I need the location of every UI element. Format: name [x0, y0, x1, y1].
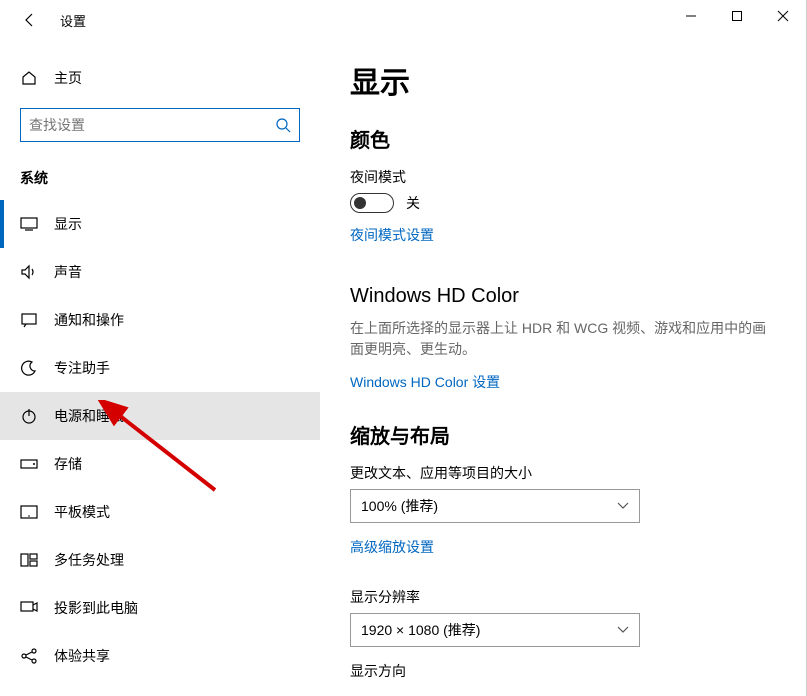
- resolution-dropdown[interactable]: 1920 × 1080 (推荐): [350, 613, 640, 647]
- sidebar-item-label: 通知和操作: [54, 310, 124, 330]
- orientation-label: 显示方向: [350, 661, 776, 681]
- window-title: 设置: [60, 11, 86, 30]
- moon-icon: [20, 360, 38, 376]
- home-icon: [20, 69, 38, 87]
- titlebar: 设置: [0, 0, 806, 40]
- content-pane: 显示 颜色 夜间模式 关 夜间模式设置 Windows HD Color 在上面…: [320, 40, 806, 696]
- sidebar: 主页 系统 显示: [0, 40, 320, 696]
- sidebar-item-label: 平板模式: [54, 502, 110, 522]
- sidebar-item-label: 多任务处理: [54, 550, 124, 570]
- power-icon: [20, 408, 38, 424]
- sidebar-item-project[interactable]: 投影到此电脑: [0, 584, 320, 632]
- notifications-icon: [20, 312, 38, 328]
- back-button[interactable]: [20, 12, 40, 28]
- night-mode-settings-link[interactable]: 夜间模式设置: [350, 225, 434, 245]
- section-label: 系统: [0, 160, 320, 200]
- search-input[interactable]: [29, 117, 275, 133]
- sidebar-item-label: 专注助手: [54, 358, 110, 378]
- page-title: 显示: [350, 58, 776, 102]
- tablet-icon: [20, 505, 38, 519]
- home-label: 主页: [54, 68, 82, 88]
- sidebar-item-multitask[interactable]: 多任务处理: [0, 536, 320, 584]
- share-icon: [20, 648, 38, 664]
- sidebar-item-label: 投影到此电脑: [54, 598, 138, 618]
- scale-heading: 缩放与布局: [350, 420, 776, 449]
- sidebar-item-sound[interactable]: 声音: [0, 248, 320, 296]
- close-button[interactable]: [760, 0, 806, 32]
- minimize-button[interactable]: [668, 0, 714, 32]
- sidebar-item-share[interactable]: 体验共享: [0, 632, 320, 680]
- sidebar-item-label: 显示: [54, 214, 82, 234]
- toggle-knob: [354, 197, 366, 209]
- night-mode-label: 夜间模式: [350, 167, 776, 187]
- home-button[interactable]: 主页: [0, 60, 320, 96]
- sidebar-item-notifications[interactable]: 通知和操作: [0, 296, 320, 344]
- hd-color-settings-link[interactable]: Windows HD Color 设置: [350, 372, 500, 392]
- resolution-value: 1920 × 1080 (推荐): [361, 620, 480, 640]
- sidebar-item-focus[interactable]: 专注助手: [0, 344, 320, 392]
- maximize-button[interactable]: [714, 0, 760, 32]
- sidebar-item-power[interactable]: 电源和睡眠: [0, 392, 320, 440]
- sidebar-item-display[interactable]: 显示: [0, 200, 320, 248]
- storage-icon: [20, 458, 38, 470]
- sidebar-item-tablet[interactable]: 平板模式: [0, 488, 320, 536]
- multitask-icon: [20, 553, 38, 567]
- color-heading: 颜色: [350, 124, 776, 153]
- sound-icon: [20, 264, 38, 280]
- night-mode-state: 关: [406, 193, 420, 213]
- chevron-down-icon: [617, 502, 629, 510]
- display-icon: [20, 217, 38, 231]
- search-box[interactable]: [20, 108, 300, 142]
- sidebar-item-label: 存储: [54, 454, 82, 474]
- hd-color-description: 在上面所选择的显示器上让 HDR 和 WCG 视频、游戏和应用中的画面更明亮、更…: [350, 318, 776, 360]
- nav-list: 显示 声音 通知和操作: [0, 200, 320, 680]
- night-mode-toggle[interactable]: [350, 193, 394, 213]
- scale-value: 100% (推荐): [361, 496, 438, 516]
- sidebar-item-label: 声音: [54, 262, 82, 282]
- scale-dropdown[interactable]: 100% (推荐): [350, 489, 640, 523]
- sidebar-item-storage[interactable]: 存储: [0, 440, 320, 488]
- advanced-scale-link[interactable]: 高级缩放设置: [350, 537, 434, 557]
- scale-label: 更改文本、应用等项目的大小: [350, 463, 776, 483]
- sidebar-item-label: 电源和睡眠: [54, 406, 124, 426]
- sidebar-item-label: 体验共享: [54, 646, 110, 666]
- search-icon: [275, 117, 291, 133]
- resolution-label: 显示分辨率: [350, 587, 776, 607]
- chevron-down-icon: [617, 626, 629, 634]
- hd-color-heading: Windows HD Color: [350, 285, 776, 308]
- project-icon: [20, 601, 38, 615]
